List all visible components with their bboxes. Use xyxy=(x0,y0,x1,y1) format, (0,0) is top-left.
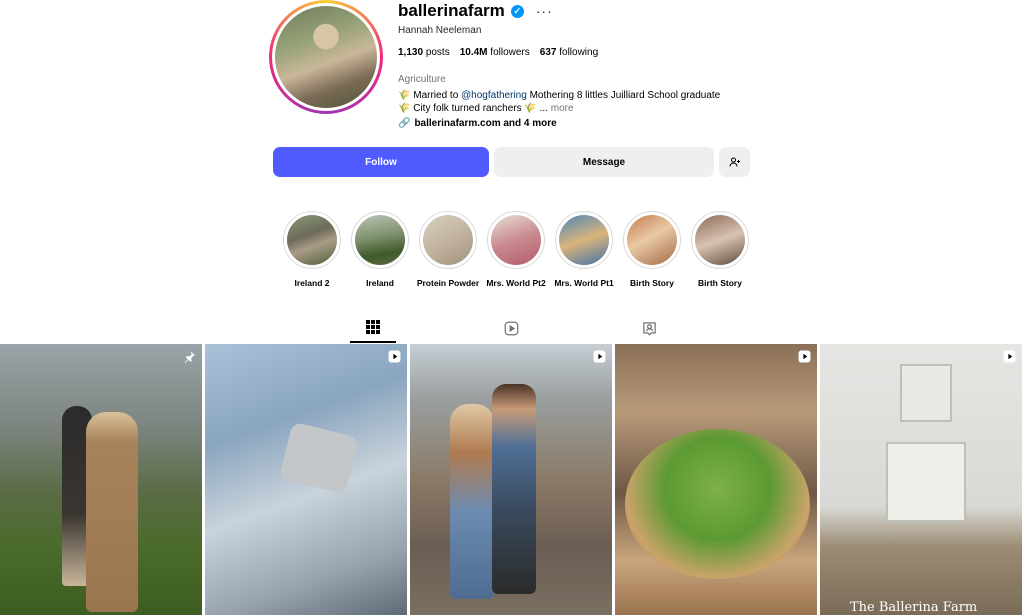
highlight-ring xyxy=(555,211,613,269)
followers-label: followers xyxy=(490,47,530,58)
highlight-ring xyxy=(419,211,477,269)
post-barn-window xyxy=(900,364,952,422)
follow-button[interactable]: Follow xyxy=(273,147,489,177)
highlight-item[interactable]: Mrs. World Pt1 xyxy=(554,211,614,288)
sprout-icon: 🌾 xyxy=(524,103,537,114)
highlight-label: Ireland xyxy=(366,278,394,288)
verified-badge-icon: ✓ xyxy=(510,4,524,18)
sprout-icon: 🌾 xyxy=(398,90,411,101)
tab-reels[interactable] xyxy=(488,313,534,343)
bio-line-2: 🌾 City folk turned ranchers 🌾 ... more xyxy=(398,102,758,115)
profile-link-row[interactable]: 🔗 ballerinafarm.com and 4 more xyxy=(398,118,758,129)
profile-avatar[interactable] xyxy=(269,0,383,114)
followers-stat[interactable]: 10.4M followers xyxy=(460,47,530,61)
full-name: Hannah Neeleman xyxy=(398,25,482,36)
bio-line-1: 🌾 Married to @hogfathering Mothering 8 l… xyxy=(398,89,758,102)
tagged-icon xyxy=(642,321,656,336)
reel-icon xyxy=(798,350,811,363)
posts-count-stat: 1,130 posts xyxy=(398,47,450,61)
reels-icon xyxy=(504,321,518,335)
highlight-cover xyxy=(287,215,337,265)
following-count: 637 xyxy=(539,47,557,58)
message-button[interactable]: Message xyxy=(494,147,714,177)
followers-count: 10.4M xyxy=(459,47,488,58)
posts-grid-icon xyxy=(366,320,380,334)
profile-bio: 🌾 Married to @hogfathering Mothering 8 l… xyxy=(398,89,758,115)
highlight-item[interactable]: Ireland 2 xyxy=(283,211,341,288)
highlight-label: Ireland 2 xyxy=(294,278,330,288)
bio-line1-prefix: Married to xyxy=(413,90,462,101)
options-icon[interactable]: ··· xyxy=(536,3,553,19)
post-figure-woman xyxy=(86,412,138,612)
post-product-tin xyxy=(278,421,360,495)
post-figure-woman xyxy=(450,404,494,599)
profile-category: Agriculture xyxy=(398,74,446,85)
bio-mention-link[interactable]: @hogfathering xyxy=(461,90,527,101)
post-figure-man xyxy=(492,384,536,594)
posts-grid: The Ballerina Farm xyxy=(0,344,1024,615)
profile-tabs xyxy=(0,313,1024,343)
link-icon: 🔗 xyxy=(398,118,411,129)
reel-icon xyxy=(593,350,606,363)
post-barn-door xyxy=(886,442,966,522)
post-tile[interactable] xyxy=(205,344,407,615)
profile-stats: 1,130 posts 10.4M followers 637 followin… xyxy=(398,47,758,61)
highlight-item[interactable]: Ireland xyxy=(351,211,409,288)
add-user-icon xyxy=(729,157,740,167)
highlight-item[interactable]: Birth Story xyxy=(691,211,749,288)
following-stat[interactable]: 637 following xyxy=(540,47,598,61)
username: ballerinafarm xyxy=(398,1,505,20)
highlight-ring xyxy=(691,211,749,269)
highlight-ring xyxy=(283,211,341,269)
highlight-label: Birth Story xyxy=(698,278,742,288)
posts-count: 1,130 xyxy=(398,47,424,58)
following-label: following xyxy=(559,47,599,58)
highlight-cover xyxy=(627,215,677,265)
post-tile[interactable] xyxy=(410,344,612,615)
bio-ellipsis: ... xyxy=(539,103,548,114)
reel-icon xyxy=(388,350,401,363)
highlight-cover xyxy=(423,215,473,265)
highlight-cover xyxy=(355,215,405,265)
highlight-item[interactable]: Birth Story xyxy=(623,211,681,288)
post-salad xyxy=(625,429,810,579)
highlight-ring xyxy=(487,211,545,269)
highlight-label: Mrs. World Pt1 xyxy=(554,278,614,288)
highlight-item[interactable]: Protein Powder xyxy=(416,211,480,288)
highlight-item[interactable]: Mrs. World Pt2 xyxy=(486,211,546,288)
highlight-label: Protein Powder xyxy=(416,278,480,288)
highlight-cover xyxy=(695,215,745,265)
reel-icon xyxy=(1003,350,1016,363)
bio-more-link[interactable]: more xyxy=(551,103,574,114)
pin-icon xyxy=(184,351,195,363)
username-row: ballerinafarm ✓ ··· xyxy=(398,0,758,22)
post-tile[interactable]: The Ballerina Farm xyxy=(820,344,1022,615)
highlight-label: Birth Story xyxy=(630,278,674,288)
bio-line1-suffix: Mothering 8 littles Juilliard School gra… xyxy=(526,90,721,101)
tab-tagged[interactable] xyxy=(626,313,672,343)
bio-line2-text: City folk turned ranchers xyxy=(413,103,525,114)
post-tile[interactable] xyxy=(615,344,817,615)
avatar-photo xyxy=(275,6,377,108)
highlight-label: Mrs. World Pt2 xyxy=(486,278,546,288)
highlight-ring xyxy=(351,211,409,269)
sprout-icon: 🌾 xyxy=(398,103,411,114)
suggested-users-button[interactable] xyxy=(719,147,750,177)
highlight-cover xyxy=(491,215,541,265)
posts-label: posts xyxy=(425,47,450,58)
tab-posts[interactable] xyxy=(350,313,396,343)
avatar-inner-ring xyxy=(272,3,380,111)
profile-link[interactable]: ballerinafarm.com and 4 more xyxy=(414,118,556,129)
post-caption: The Ballerina Farm xyxy=(850,600,978,615)
profile-info: ballerinafarm ✓ ··· Hannah Neeleman 1,13… xyxy=(398,0,758,129)
highlight-ring xyxy=(623,211,681,269)
story-highlights: Ireland 2 Ireland Protein Powder Mrs. Wo… xyxy=(283,211,749,288)
post-tile[interactable] xyxy=(0,344,202,615)
highlight-cover xyxy=(559,215,609,265)
